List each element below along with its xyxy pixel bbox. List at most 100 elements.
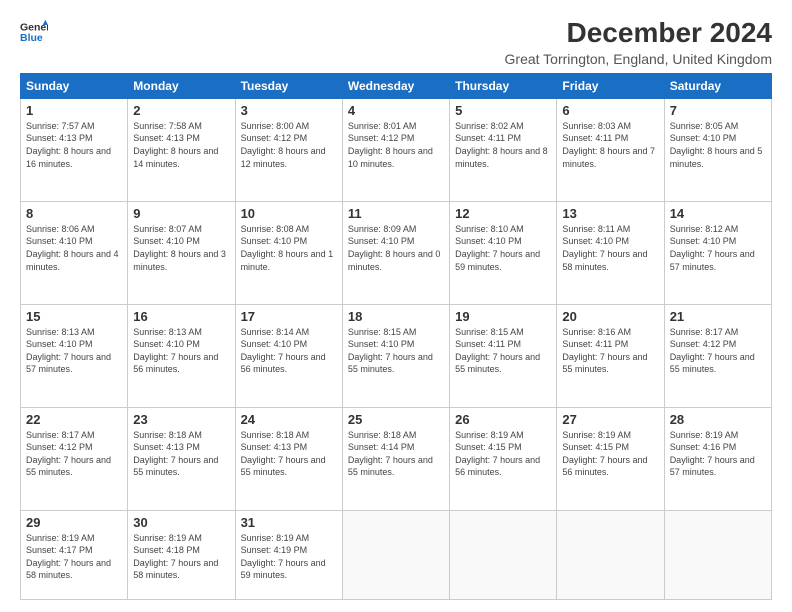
day-info: Sunrise: 8:12 AMSunset: 4:10 PMDaylight:… bbox=[670, 224, 755, 272]
day-number: 26 bbox=[455, 412, 551, 427]
day-number: 20 bbox=[562, 309, 658, 324]
day-number: 18 bbox=[348, 309, 444, 324]
svg-text:Blue: Blue bbox=[20, 32, 43, 44]
day-number: 19 bbox=[455, 309, 551, 324]
col-monday: Monday bbox=[128, 73, 235, 98]
day-number: 16 bbox=[133, 309, 229, 324]
table-row: 20 Sunrise: 8:16 AMSunset: 4:11 PMDaylig… bbox=[557, 304, 664, 407]
table-row: 9 Sunrise: 8:07 AMSunset: 4:10 PMDayligh… bbox=[128, 201, 235, 304]
table-row: 6 Sunrise: 8:03 AMSunset: 4:11 PMDayligh… bbox=[557, 98, 664, 201]
day-info: Sunrise: 8:11 AMSunset: 4:10 PMDaylight:… bbox=[562, 224, 647, 272]
day-number: 9 bbox=[133, 206, 229, 221]
day-number: 14 bbox=[670, 206, 766, 221]
day-info: Sunrise: 8:17 AMSunset: 4:12 PMDaylight:… bbox=[670, 327, 755, 375]
table-row: 14 Sunrise: 8:12 AMSunset: 4:10 PMDaylig… bbox=[664, 201, 771, 304]
table-row: 11 Sunrise: 8:09 AMSunset: 4:10 PMDaylig… bbox=[342, 201, 449, 304]
day-info: Sunrise: 8:13 AMSunset: 4:10 PMDaylight:… bbox=[26, 327, 111, 375]
col-tuesday: Tuesday bbox=[235, 73, 342, 98]
table-row: 8 Sunrise: 8:06 AMSunset: 4:10 PMDayligh… bbox=[21, 201, 128, 304]
day-number: 17 bbox=[241, 309, 337, 324]
day-info: Sunrise: 7:58 AMSunset: 4:13 PMDaylight:… bbox=[133, 121, 218, 169]
table-row: 15 Sunrise: 8:13 AMSunset: 4:10 PMDaylig… bbox=[21, 304, 128, 407]
table-row: 29 Sunrise: 8:19 AMSunset: 4:17 PMDaylig… bbox=[21, 510, 128, 599]
day-info: Sunrise: 8:19 AMSunset: 4:17 PMDaylight:… bbox=[26, 533, 111, 581]
day-info: Sunrise: 8:07 AMSunset: 4:10 PMDaylight:… bbox=[133, 224, 226, 272]
day-number: 3 bbox=[241, 103, 337, 118]
subtitle: Great Torrington, England, United Kingdo… bbox=[505, 51, 772, 67]
table-row: 18 Sunrise: 8:15 AMSunset: 4:10 PMDaylig… bbox=[342, 304, 449, 407]
day-info: Sunrise: 8:19 AMSunset: 4:16 PMDaylight:… bbox=[670, 430, 755, 478]
table-row: 19 Sunrise: 8:15 AMSunset: 4:11 PMDaylig… bbox=[450, 304, 557, 407]
day-info: Sunrise: 8:19 AMSunset: 4:15 PMDaylight:… bbox=[455, 430, 540, 478]
day-info: Sunrise: 8:06 AMSunset: 4:10 PMDaylight:… bbox=[26, 224, 119, 272]
table-row: 24 Sunrise: 8:18 AMSunset: 4:13 PMDaylig… bbox=[235, 407, 342, 510]
day-number: 25 bbox=[348, 412, 444, 427]
day-number: 10 bbox=[241, 206, 337, 221]
calendar-table: Sunday Monday Tuesday Wednesday Thursday… bbox=[20, 73, 772, 600]
logo: General Blue bbox=[20, 18, 48, 46]
day-info: Sunrise: 8:10 AMSunset: 4:10 PMDaylight:… bbox=[455, 224, 540, 272]
table-row: 7 Sunrise: 8:05 AMSunset: 4:10 PMDayligh… bbox=[664, 98, 771, 201]
table-row bbox=[557, 510, 664, 599]
col-wednesday: Wednesday bbox=[342, 73, 449, 98]
table-row: 17 Sunrise: 8:14 AMSunset: 4:10 PMDaylig… bbox=[235, 304, 342, 407]
table-row: 28 Sunrise: 8:19 AMSunset: 4:16 PMDaylig… bbox=[664, 407, 771, 510]
col-saturday: Saturday bbox=[664, 73, 771, 98]
day-info: Sunrise: 8:17 AMSunset: 4:12 PMDaylight:… bbox=[26, 430, 111, 478]
table-row: 30 Sunrise: 8:19 AMSunset: 4:18 PMDaylig… bbox=[128, 510, 235, 599]
day-number: 21 bbox=[670, 309, 766, 324]
col-friday: Friday bbox=[557, 73, 664, 98]
table-row bbox=[664, 510, 771, 599]
header: General Blue December 2024 Great Torring… bbox=[20, 18, 772, 67]
day-number: 15 bbox=[26, 309, 122, 324]
title-block: December 2024 Great Torrington, England,… bbox=[505, 18, 772, 67]
day-number: 29 bbox=[26, 515, 122, 530]
logo-icon: General Blue bbox=[20, 18, 48, 46]
table-row: 2 Sunrise: 7:58 AMSunset: 4:13 PMDayligh… bbox=[128, 98, 235, 201]
table-row: 27 Sunrise: 8:19 AMSunset: 4:15 PMDaylig… bbox=[557, 407, 664, 510]
day-number: 7 bbox=[670, 103, 766, 118]
day-number: 28 bbox=[670, 412, 766, 427]
day-number: 2 bbox=[133, 103, 229, 118]
day-info: Sunrise: 8:19 AMSunset: 4:15 PMDaylight:… bbox=[562, 430, 647, 478]
table-row: 4 Sunrise: 8:01 AMSunset: 4:12 PMDayligh… bbox=[342, 98, 449, 201]
day-info: Sunrise: 8:19 AMSunset: 4:18 PMDaylight:… bbox=[133, 533, 218, 581]
table-row: 23 Sunrise: 8:18 AMSunset: 4:13 PMDaylig… bbox=[128, 407, 235, 510]
day-number: 4 bbox=[348, 103, 444, 118]
table-row: 12 Sunrise: 8:10 AMSunset: 4:10 PMDaylig… bbox=[450, 201, 557, 304]
day-info: Sunrise: 8:18 AMSunset: 4:14 PMDaylight:… bbox=[348, 430, 433, 478]
table-row: 31 Sunrise: 8:19 AMSunset: 4:19 PMDaylig… bbox=[235, 510, 342, 599]
table-row bbox=[450, 510, 557, 599]
table-row: 21 Sunrise: 8:17 AMSunset: 4:12 PMDaylig… bbox=[664, 304, 771, 407]
main-title: December 2024 bbox=[505, 18, 772, 49]
table-row: 13 Sunrise: 8:11 AMSunset: 4:10 PMDaylig… bbox=[557, 201, 664, 304]
table-row: 16 Sunrise: 8:13 AMSunset: 4:10 PMDaylig… bbox=[128, 304, 235, 407]
col-sunday: Sunday bbox=[21, 73, 128, 98]
day-number: 23 bbox=[133, 412, 229, 427]
table-row: 22 Sunrise: 8:17 AMSunset: 4:12 PMDaylig… bbox=[21, 407, 128, 510]
day-info: Sunrise: 8:19 AMSunset: 4:19 PMDaylight:… bbox=[241, 533, 326, 581]
day-info: Sunrise: 8:08 AMSunset: 4:10 PMDaylight:… bbox=[241, 224, 334, 272]
table-row bbox=[342, 510, 449, 599]
day-number: 12 bbox=[455, 206, 551, 221]
day-info: Sunrise: 8:00 AMSunset: 4:12 PMDaylight:… bbox=[241, 121, 326, 169]
day-number: 1 bbox=[26, 103, 122, 118]
day-info: Sunrise: 8:05 AMSunset: 4:10 PMDaylight:… bbox=[670, 121, 763, 169]
table-row: 10 Sunrise: 8:08 AMSunset: 4:10 PMDaylig… bbox=[235, 201, 342, 304]
day-info: Sunrise: 8:13 AMSunset: 4:10 PMDaylight:… bbox=[133, 327, 218, 375]
table-row: 26 Sunrise: 8:19 AMSunset: 4:15 PMDaylig… bbox=[450, 407, 557, 510]
day-number: 13 bbox=[562, 206, 658, 221]
day-info: Sunrise: 8:01 AMSunset: 4:12 PMDaylight:… bbox=[348, 121, 433, 169]
day-number: 22 bbox=[26, 412, 122, 427]
day-number: 31 bbox=[241, 515, 337, 530]
day-info: Sunrise: 8:16 AMSunset: 4:11 PMDaylight:… bbox=[562, 327, 647, 375]
day-number: 11 bbox=[348, 206, 444, 221]
table-row: 5 Sunrise: 8:02 AMSunset: 4:11 PMDayligh… bbox=[450, 98, 557, 201]
day-number: 27 bbox=[562, 412, 658, 427]
day-number: 30 bbox=[133, 515, 229, 530]
day-info: Sunrise: 8:18 AMSunset: 4:13 PMDaylight:… bbox=[241, 430, 326, 478]
day-number: 24 bbox=[241, 412, 337, 427]
calendar-header-row: Sunday Monday Tuesday Wednesday Thursday… bbox=[21, 73, 772, 98]
day-info: Sunrise: 8:02 AMSunset: 4:11 PMDaylight:… bbox=[455, 121, 548, 169]
table-row: 3 Sunrise: 8:00 AMSunset: 4:12 PMDayligh… bbox=[235, 98, 342, 201]
